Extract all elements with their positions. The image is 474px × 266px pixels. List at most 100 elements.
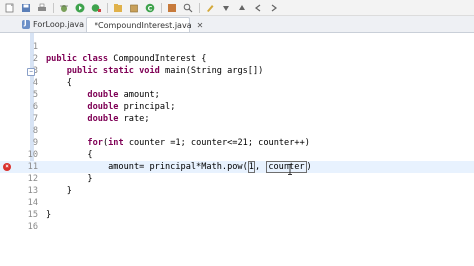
line-number: 7 — [32, 114, 38, 124]
line-number: 14 — [27, 198, 38, 208]
code-token: ) — [306, 162, 312, 172]
new-java-project-icon[interactable] — [112, 2, 124, 13]
code-token: , — [254, 162, 266, 172]
code-token: counter =1; counter<=21; counter++) — [123, 138, 310, 148]
line-number: 15 — [27, 210, 38, 220]
code-token: { — [46, 78, 72, 88]
back-icon[interactable] — [252, 2, 264, 13]
close-icon[interactable]: ✕ — [197, 21, 204, 30]
line-number: 1 — [32, 42, 38, 52]
code-text: double amount; — [46, 89, 160, 101]
code-token: } — [46, 174, 93, 184]
code-line[interactable]: 15} — [0, 209, 474, 221]
svg-text:C: C — [148, 4, 153, 12]
line-number: 8 — [32, 126, 38, 136]
java-file-icon — [22, 19, 30, 29]
code-text: for(int counter =1; counter<=21; counter… — [46, 137, 310, 149]
code-token: rate; — [118, 114, 150, 124]
code-text: double principal; — [46, 101, 175, 113]
code-editor[interactable]: 1 2 public class CompoundInterest {3− publ… — [0, 33, 474, 266]
code-line[interactable]: 8 — [0, 125, 474, 137]
code-text: } — [46, 173, 93, 185]
new-class-icon[interactable]: C — [144, 2, 156, 13]
search-icon[interactable] — [182, 2, 194, 13]
code-line[interactable]: 9 for(int counter =1; counter<=21; count… — [0, 137, 474, 149]
code-line[interactable]: 4 { — [0, 77, 474, 89]
code-text: { — [46, 77, 72, 89]
line-number: 12 — [27, 174, 38, 184]
code-line[interactable]: 16 — [0, 221, 474, 233]
print-icon[interactable] — [36, 2, 48, 13]
line-number: 2 — [32, 54, 38, 64]
line-number: 10 — [27, 150, 38, 160]
toolbar-separator — [107, 2, 108, 13]
code-text: public class CompoundInterest { — [46, 53, 206, 65]
editor-tab-bar: ForLoop.java *CompoundInterest.java ✕ — [0, 16, 474, 33]
line-number: 16 — [27, 222, 38, 232]
code-text: amount= principal*Math.pow(1, counter) — [46, 161, 312, 173]
code-line[interactable]: × 11 amount= principal*Math.pow(1, counte… — [0, 161, 474, 173]
keyword-token: public class — [46, 54, 109, 64]
code-line[interactable]: 1 — [0, 41, 474, 53]
run-external-icon[interactable] — [90, 2, 102, 13]
toolbar-separator — [199, 2, 200, 13]
code-token: { — [46, 150, 93, 160]
code-token: amount; — [118, 90, 160, 100]
tab-label: ForLoop.java — [33, 20, 84, 29]
toolbar-separator — [161, 2, 162, 13]
error-marker-icon[interactable]: × — [3, 163, 11, 171]
code-token: } — [46, 186, 72, 196]
tab-compoundinterest[interactable]: *CompoundInterest.java ✕ — [86, 17, 203, 32]
forward-icon[interactable] — [268, 2, 280, 13]
code-token: principal; — [118, 102, 176, 112]
code-text: double rate; — [46, 113, 150, 125]
pen-icon[interactable] — [204, 2, 216, 13]
code-line[interactable]: 5 double amount; — [0, 89, 474, 101]
tab-forloop[interactable]: ForLoop.java — [18, 17, 84, 32]
debug-icon[interactable] — [58, 2, 70, 13]
code-line[interactable]: 3− public static void main(String args[]… — [0, 65, 474, 77]
new-icon[interactable] — [4, 2, 16, 13]
code-text: { — [46, 149, 93, 161]
argument-highlight: 1 — [247, 161, 255, 173]
prev-annotation-icon[interactable] — [236, 2, 248, 13]
run-icon[interactable] — [74, 2, 86, 13]
new-package-icon[interactable] — [128, 2, 140, 13]
code-line[interactable]: 13 } — [0, 185, 474, 197]
text-cursor-icon — [288, 164, 292, 175]
code-line[interactable]: 10 { — [0, 149, 474, 161]
line-number: 4 — [32, 78, 38, 88]
code-text: } — [46, 209, 51, 221]
code-text: public static void main(String args[]) — [46, 65, 264, 77]
next-annotation-icon[interactable] — [220, 2, 232, 13]
keyword-token: for — [87, 138, 103, 148]
toolbar-separator — [53, 2, 54, 13]
code-line[interactable]: 12 } — [0, 173, 474, 185]
code-line[interactable]: 6 double principal; — [0, 101, 474, 113]
code-line[interactable]: 7 double rate; — [0, 113, 474, 125]
keyword-token: double — [87, 114, 119, 124]
code-token: main(String args[]) — [159, 66, 264, 76]
fold-toggle-icon[interactable]: − — [27, 68, 35, 76]
line-number: 11 — [27, 162, 38, 172]
line-number: 6 — [32, 102, 38, 112]
code-token: CompoundInterest { — [108, 54, 207, 64]
line-number: 5 — [32, 90, 38, 100]
keyword-token: double — [87, 102, 119, 112]
code-line[interactable]: 14 — [0, 197, 474, 209]
code-text: } — [46, 185, 72, 197]
code-line[interactable]: 2 public class CompoundInterest { — [0, 53, 474, 65]
open-type-icon[interactable] — [166, 2, 178, 13]
save-icon[interactable] — [20, 2, 32, 13]
code-token: } — [46, 210, 52, 220]
keyword-token: int — [108, 138, 124, 148]
keyword-token: double — [87, 90, 119, 100]
line-number: 13 — [27, 186, 38, 196]
tab-label: *CompoundInterest.java — [94, 20, 192, 30]
line-number: 9 — [32, 138, 38, 148]
main-toolbar: C — [0, 0, 474, 16]
